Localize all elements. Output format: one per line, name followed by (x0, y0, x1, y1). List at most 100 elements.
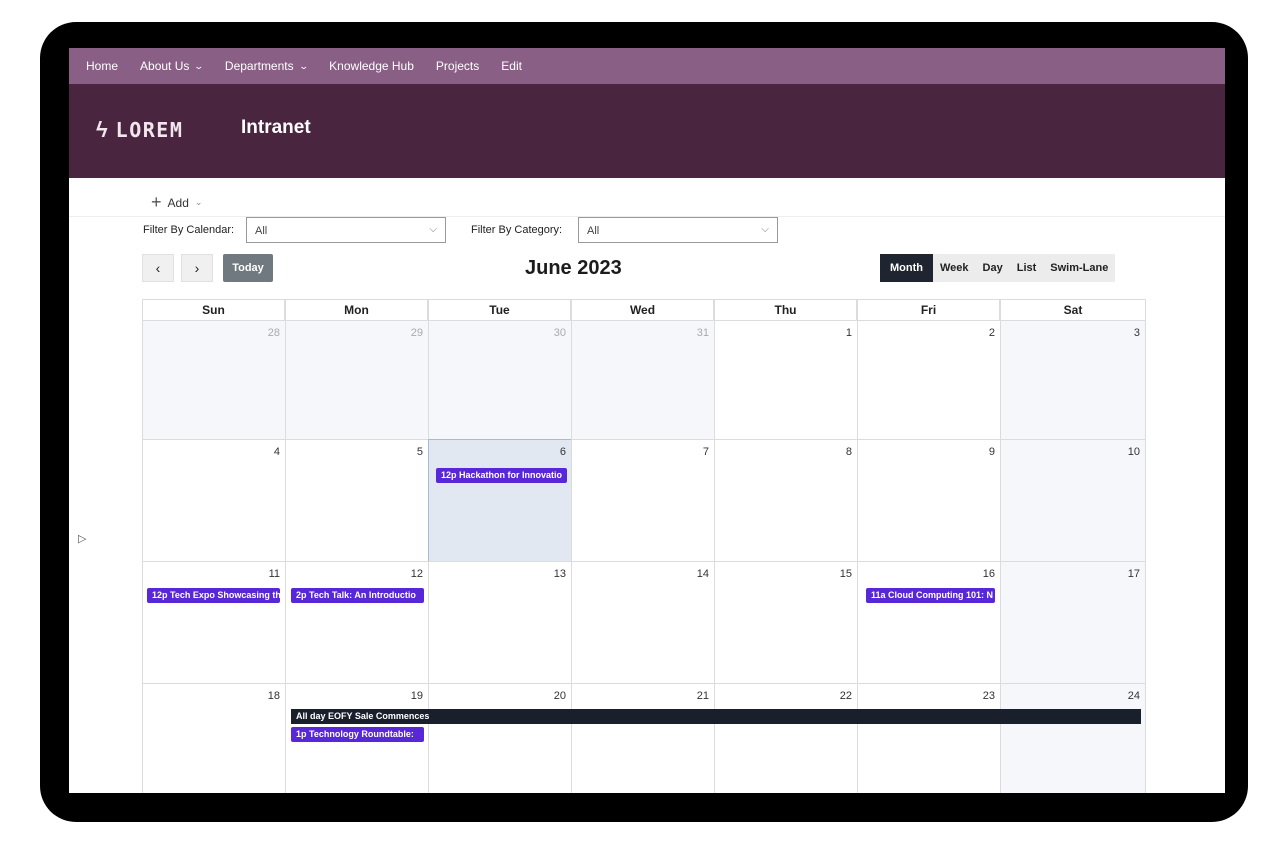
day-cell[interactable]: 21 (571, 683, 715, 793)
day-number: 31 (696, 327, 709, 339)
day-number: 20 (553, 690, 566, 702)
day-number: 8 (845, 446, 852, 458)
calendar-event[interactable]: 2p Tech Talk: An Introductio (291, 588, 424, 603)
site-header: ϟ LOREM Intranet (69, 84, 1225, 178)
day-cell[interactable]: 7 (571, 439, 715, 562)
view-switcher: Month Week Day List Swim-Lane (880, 254, 1116, 282)
day-cell[interactable]: 1 (714, 320, 858, 440)
day-number: 10 (1127, 446, 1140, 458)
day-number: 12 (410, 568, 423, 580)
view-month-button[interactable]: Month (880, 254, 933, 282)
view-list-button[interactable]: List (1009, 254, 1044, 282)
day-number: 6 (559, 446, 566, 458)
day-number: 23 (982, 690, 995, 702)
filter-category-value: All (587, 225, 600, 237)
filter-calendar-label: Filter By Calendar: (143, 224, 235, 236)
day-number: 15 (839, 568, 852, 580)
day-cell[interactable]: 18 (142, 683, 286, 793)
nav-about-us[interactable]: About Us ⌄ (140, 59, 205, 73)
day-cell[interactable]: 24 (1000, 683, 1146, 793)
day-cell[interactable]: 12 (285, 561, 429, 684)
nav-edit[interactable]: Edit (501, 59, 522, 73)
view-week-button[interactable]: Week (932, 254, 976, 282)
day-number: 4 (273, 446, 280, 458)
today-button[interactable]: Today (223, 254, 273, 282)
day-number: 22 (839, 690, 852, 702)
day-header-mon: Mon (285, 299, 428, 321)
day-number: 28 (267, 327, 280, 339)
day-cell[interactable]: 9 (857, 439, 1001, 562)
day-number: 11 (268, 568, 280, 580)
day-number: 24 (1127, 690, 1140, 702)
chevron-down-icon: ⌄ (193, 60, 205, 71)
logo-text: LOREM (115, 118, 184, 142)
day-cell[interactable]: 10 (1000, 439, 1146, 562)
prev-month-button[interactable]: ‹ (142, 254, 174, 282)
site-title: Intranet (241, 117, 311, 138)
day-cell[interactable]: 17 (1000, 561, 1146, 684)
chevron-down-icon: ⌄ (298, 60, 309, 71)
calendar-event[interactable]: 12p Tech Expo Showcasing th (147, 588, 280, 603)
day-cell[interactable]: 3 (1000, 320, 1146, 440)
day-header-thu: Thu (714, 299, 857, 321)
day-number: 13 (553, 568, 566, 580)
nav-home[interactable]: Home (86, 59, 118, 73)
view-day-button[interactable]: Day (975, 254, 1010, 282)
day-cell[interactable]: 5 (285, 439, 429, 562)
day-cell[interactable]: 20 (428, 683, 572, 793)
browser-screen: Home About Us ⌄ Departments ⌄ Knowledge Hu… (69, 48, 1225, 793)
day-number: 5 (416, 446, 423, 458)
day-number: 30 (553, 327, 566, 339)
calendar-event[interactable]: 1p Technology Roundtable: (291, 727, 424, 742)
day-cell[interactable]: 4 (142, 439, 286, 562)
day-cell[interactable]: 29 (285, 320, 429, 440)
chevron-down-icon: ⌵ (429, 224, 437, 235)
filter-category-select[interactable]: All ⌵ (578, 217, 778, 243)
day-cell[interactable]: 13 (428, 561, 572, 684)
view-swim-lane-button[interactable]: Swim-Lane (1043, 254, 1116, 282)
day-cell[interactable]: 8 (714, 439, 858, 562)
day-header-sun: Sun (142, 299, 285, 321)
calendar-event[interactable]: 12p Hackathon for Innovatio (436, 468, 567, 483)
mouse-cursor-icon: ▷ (78, 533, 87, 545)
add-button[interactable]: + Add ⌄ (151, 192, 202, 213)
chevron-down-icon: ⌄ (194, 197, 203, 207)
day-cell[interactable]: 23 (857, 683, 1001, 793)
chevron-left-icon: ‹ (155, 260, 161, 276)
all-day-event[interactable]: All day EOFY Sale Commences (291, 709, 1141, 724)
day-number: 21 (696, 690, 709, 702)
day-number: 7 (702, 446, 709, 458)
day-cell-today[interactable]: 6 (428, 439, 572, 562)
nav-departments[interactable]: Departments ⌄ (225, 59, 309, 73)
filter-calendar-value: All (255, 225, 268, 237)
filter-category-label: Filter By Category: (471, 224, 563, 236)
lightning-bolt-icon: ϟ (96, 117, 108, 142)
filter-calendar-select[interactable]: All ⌵ (246, 217, 446, 243)
site-logo[interactable]: ϟ LOREM (96, 117, 183, 143)
day-cell[interactable]: 22 (714, 683, 858, 793)
day-cell[interactable]: 14 (571, 561, 715, 684)
day-number: 16 (982, 568, 995, 580)
next-month-button[interactable]: › (181, 254, 213, 282)
day-cell[interactable]: 2 (857, 320, 1001, 440)
day-cell[interactable]: 16 (857, 561, 1001, 684)
day-cell[interactable]: 11 (142, 561, 286, 684)
day-number: 3 (1133, 327, 1140, 339)
month-title: June 2023 (525, 257, 622, 279)
day-number: 1 (845, 327, 852, 339)
nav-knowledge-hub[interactable]: Knowledge Hub (329, 59, 414, 73)
calendar-event[interactable]: 11a Cloud Computing 101: N (866, 588, 995, 603)
day-number: 29 (410, 327, 423, 339)
day-cell[interactable]: 28 (142, 320, 286, 440)
day-number: 17 (1127, 568, 1140, 580)
day-cell[interactable]: 15 (714, 561, 858, 684)
day-number: 2 (988, 327, 995, 339)
day-header-fri: Fri (857, 299, 1000, 321)
nav-projects[interactable]: Projects (436, 59, 479, 73)
day-number: 9 (988, 446, 995, 458)
plus-icon: + (151, 192, 162, 212)
day-cell[interactable]: 30 (428, 320, 572, 440)
day-header-wed: Wed (571, 299, 714, 321)
day-cell[interactable]: 31 (571, 320, 715, 440)
top-navigation: Home About Us ⌄ Departments ⌄ Knowledge Hu… (69, 48, 1225, 84)
